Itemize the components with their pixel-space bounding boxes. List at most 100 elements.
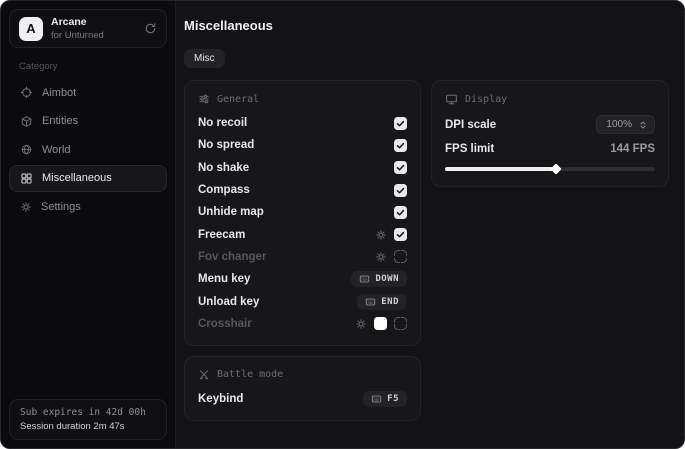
setting-controls <box>394 184 407 197</box>
setting-controls <box>394 139 407 152</box>
chevron-updown-icon <box>638 120 648 130</box>
setting-label: No recoil <box>198 117 247 129</box>
setting-controls <box>355 317 407 330</box>
keyboard-icon <box>371 394 382 404</box>
checkbox-no-spread[interactable] <box>394 139 407 152</box>
setting-row-fps-limit: FPS limit 144 FPS <box>445 137 655 160</box>
setting-controls <box>375 228 407 241</box>
setting-controls <box>394 206 407 219</box>
setting-row-freecam: Freecam <box>198 223 407 245</box>
fps-limit-slider[interactable] <box>445 162 655 176</box>
setting-controls: DOWN <box>351 271 407 287</box>
setting-label: Unload key <box>198 296 259 308</box>
app-logo: A <box>19 17 43 41</box>
keybind-button-unload-key[interactable]: END <box>357 294 407 310</box>
left-column: General No recoil No spread No shake Com… <box>184 80 421 421</box>
dpi-scale-value: 100% <box>606 119 632 130</box>
setting-row-no-recoil: No recoil <box>198 112 407 134</box>
keybind-button-menu-key[interactable]: DOWN <box>351 271 407 287</box>
setting-controls <box>375 250 407 263</box>
sidebar-item-label: Miscellaneous <box>42 172 112 184</box>
display-card-header: Display <box>445 92 655 106</box>
checkbox-compass[interactable] <box>394 184 407 197</box>
general-card: General No recoil No spread No shake Com… <box>184 80 421 346</box>
checkbox-crosshair[interactable] <box>394 317 407 330</box>
battle-mode-card-header: Battle mode <box>198 368 407 382</box>
session-duration-text: Session duration 2m 47s <box>20 421 156 432</box>
general-card-title: General <box>217 94 259 105</box>
setting-row-no-shake: No shake <box>198 157 407 179</box>
setting-row-no-spread: No spread <box>198 134 407 156</box>
setting-label: Unhide map <box>198 206 264 218</box>
setting-label: Crosshair <box>198 318 252 330</box>
checkbox-no-shake[interactable] <box>394 161 407 174</box>
swords-icon <box>198 369 210 381</box>
gear-icon[interactable] <box>355 318 367 330</box>
setting-row-compass: Compass <box>198 179 407 201</box>
general-rows: No recoil No spread No shake Compass Unh… <box>198 112 407 335</box>
sidebar-item-label: Entities <box>42 115 78 127</box>
sidebar-item-settings[interactable]: Settings <box>9 193 167 220</box>
gear-icon[interactable] <box>375 251 387 263</box>
battle-mode-rows: Keybind F5 <box>198 388 407 410</box>
monitor-icon <box>445 93 458 106</box>
fps-limit-label: FPS limit <box>445 143 494 155</box>
sidebar-item-miscellaneous[interactable]: Miscellaneous <box>9 165 167 192</box>
setting-label: Keybind <box>198 393 243 405</box>
sidebar-item-aimbot[interactable]: Aimbot <box>9 79 167 106</box>
setting-row-dpi-scale: DPI scale 100% <box>445 112 655 137</box>
page-title: Miscellaneous <box>184 18 669 33</box>
checkbox-fov-changer[interactable] <box>394 250 407 263</box>
sync-icon[interactable] <box>144 22 157 35</box>
tab-bar: Misc <box>184 49 669 68</box>
general-card-header: General <box>198 92 407 106</box>
sidebar-item-label: World <box>42 144 71 156</box>
color-swatch[interactable] <box>374 317 387 330</box>
app-name: Arcane <box>51 16 104 30</box>
right-column: Display DPI scale 100% FPS limit 144 FPS <box>431 80 669 187</box>
setting-controls: F5 <box>363 391 407 407</box>
battle-mode-card-title: Battle mode <box>217 369 283 380</box>
slider-thumb[interactable] <box>551 163 562 174</box>
dpi-scale-label: DPI scale <box>445 119 496 131</box>
sidebar-item-label: Aimbot <box>42 87 76 99</box>
setting-label: No shake <box>198 162 249 174</box>
category-label: Category <box>19 61 167 72</box>
keyboard-icon <box>365 297 376 307</box>
app-window: A Arcane for Unturned Category Aimbot En… <box>0 0 685 449</box>
setting-controls <box>394 117 407 130</box>
setting-label: Compass <box>198 184 250 196</box>
sidebar-item-label: Settings <box>41 201 81 213</box>
setting-row-crosshair: Crosshair <box>198 313 407 335</box>
setting-controls: END <box>357 294 407 310</box>
slider-fill <box>445 167 556 171</box>
tab-misc[interactable]: Misc <box>184 49 225 68</box>
display-card-title: Display <box>465 94 507 105</box>
app-title-block: Arcane for Unturned <box>51 16 104 41</box>
cube-icon <box>20 115 33 128</box>
gear-icon <box>20 201 32 213</box>
battle-mode-card: Battle mode Keybind F5 <box>184 356 421 421</box>
checkbox-freecam[interactable] <box>394 228 407 241</box>
sidebar: A Arcane for Unturned Category Aimbot En… <box>1 1 176 448</box>
sidebar-item-entities[interactable]: Entities <box>9 108 167 135</box>
setting-label: Freecam <box>198 229 245 241</box>
setting-label: No spread <box>198 139 254 151</box>
dpi-scale-select[interactable]: 100% <box>596 115 655 134</box>
checkbox-no-recoil[interactable] <box>394 117 407 130</box>
setting-row-fov-changer: Fov changer <box>198 246 407 268</box>
keyboard-icon <box>359 274 370 284</box>
checkbox-unhide-map[interactable] <box>394 206 407 219</box>
sub-expiry-text: Sub expires in 42d 00h <box>20 407 156 418</box>
keybind-button-keybind[interactable]: F5 <box>363 391 407 407</box>
setting-row-unload-key: Unload key END <box>198 290 407 312</box>
sidebar-nav: Aimbot Entities World Miscellaneous Sett… <box>9 79 167 222</box>
sidebar-item-world[interactable]: World <box>9 136 167 163</box>
gear-icon[interactable] <box>375 229 387 241</box>
display-card: Display DPI scale 100% FPS limit 144 FPS <box>431 80 669 187</box>
setting-controls <box>394 161 407 174</box>
sliders-icon <box>198 93 210 105</box>
main-panel: Miscellaneous Misc General No recoil No … <box>176 1 684 448</box>
app-subtitle: for Unturned <box>51 30 104 41</box>
fps-limit-value: 144 FPS <box>610 143 655 155</box>
